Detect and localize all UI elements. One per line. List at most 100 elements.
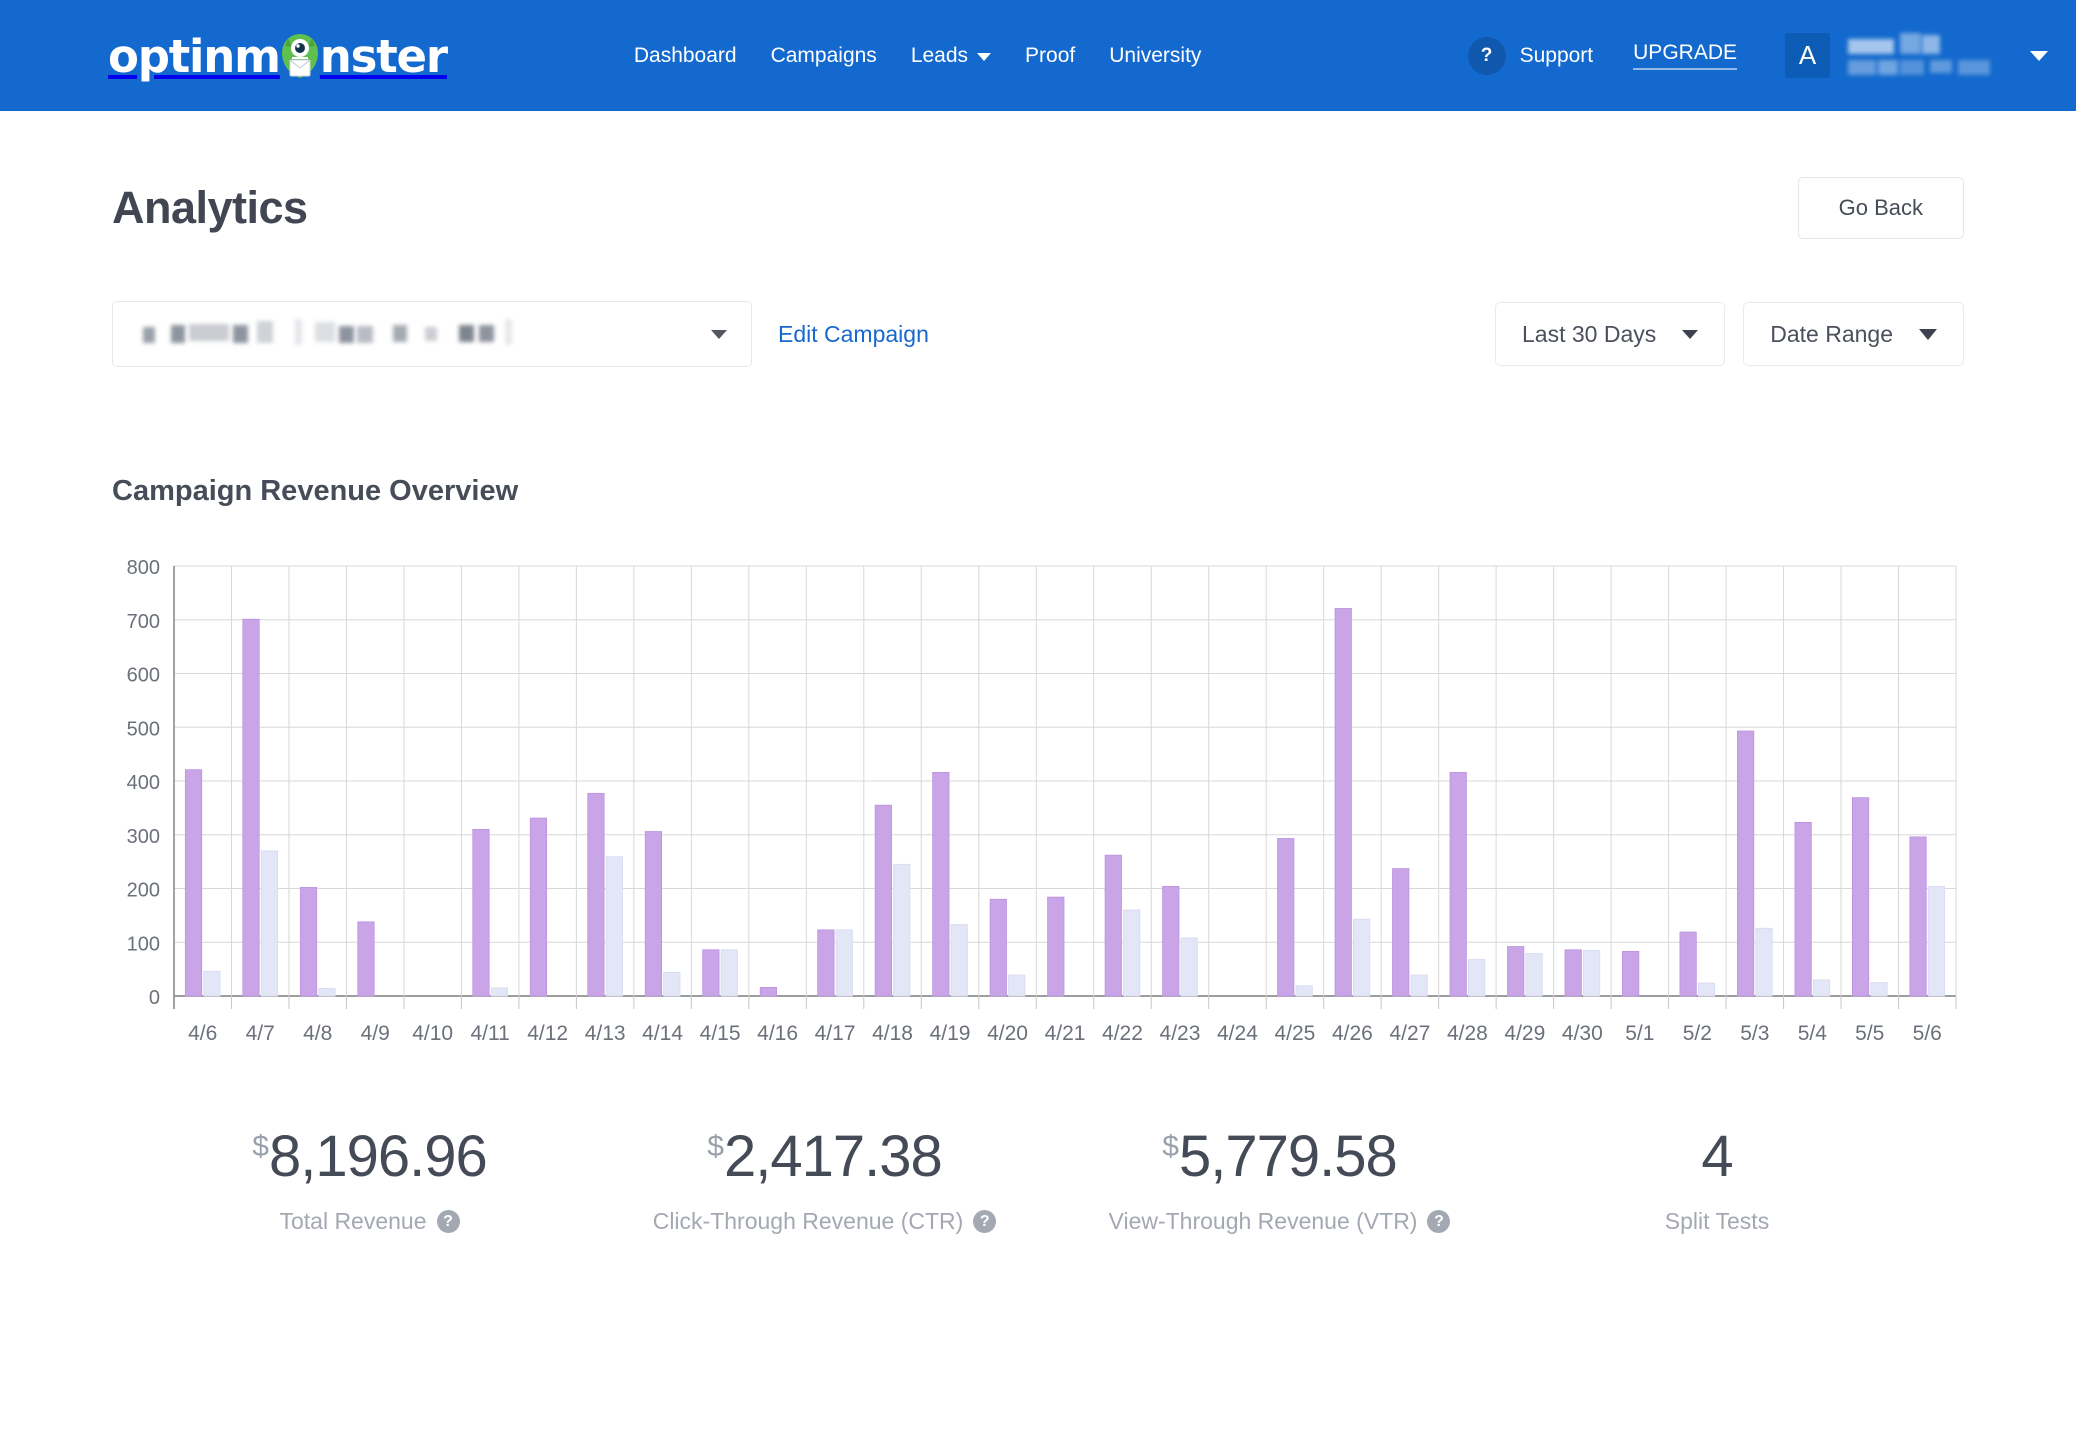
account-name-redacted bbox=[1848, 32, 2000, 79]
svg-text:5/4: 5/4 bbox=[1798, 1022, 1828, 1045]
controls-row: Edit Campaign Last 30 Days Date Range bbox=[112, 301, 1964, 367]
page-content: Analytics Go Back Edit Campaign Last 30 … bbox=[0, 111, 2076, 1235]
page-header-row: Analytics Go Back bbox=[112, 111, 1964, 239]
stat-label: View-Through Revenue (VTR)? bbox=[1052, 1208, 1507, 1235]
svg-text:0: 0 bbox=[149, 987, 160, 1009]
nav-label: Campaigns bbox=[770, 43, 877, 67]
date-preset-value: Last 30 Days bbox=[1522, 320, 1657, 347]
campaign-name-redacted bbox=[137, 319, 557, 349]
monster-mascot-icon bbox=[277, 32, 323, 80]
nav-label: Leads bbox=[910, 43, 969, 67]
svg-text:4/8: 4/8 bbox=[303, 1022, 332, 1045]
date-controls: Last 30 Days Date Range bbox=[1495, 302, 1964, 366]
stat-label-text: Click-Through Revenue (CTR) bbox=[652, 1208, 964, 1234]
stat-value: 4 bbox=[1507, 1128, 1927, 1186]
stat-value: $5,779.58 bbox=[1052, 1128, 1507, 1186]
date-range-label: Date Range bbox=[1770, 320, 1893, 347]
svg-text:4/22: 4/22 bbox=[1102, 1022, 1143, 1045]
svg-text:4/12: 4/12 bbox=[527, 1022, 568, 1045]
svg-text:5/2: 5/2 bbox=[1683, 1022, 1712, 1045]
svg-text:4/15: 4/15 bbox=[700, 1022, 741, 1045]
svg-text:5/5: 5/5 bbox=[1855, 1022, 1884, 1045]
go-back-button[interactable]: Go Back bbox=[1797, 177, 1964, 239]
svg-text:4/18: 4/18 bbox=[872, 1022, 913, 1045]
upgrade-link[interactable]: UPGRADE bbox=[1633, 41, 1737, 70]
nav-item-leads[interactable]: Leads bbox=[894, 44, 1008, 68]
svg-text:400: 400 bbox=[127, 772, 160, 794]
stat-label: Click-Through Revenue (CTR)? bbox=[597, 1208, 1052, 1235]
help-icon[interactable]: ? bbox=[436, 1210, 460, 1233]
stat-value: $8,196.96 bbox=[142, 1128, 597, 1186]
stat-label: Split Tests bbox=[1507, 1208, 1927, 1235]
campaign-select-chevron-icon bbox=[711, 329, 727, 339]
svg-text:4/23: 4/23 bbox=[1160, 1022, 1201, 1045]
svg-text:4/7: 4/7 bbox=[246, 1022, 275, 1045]
question-mark-icon[interactable]: ? bbox=[1467, 36, 1506, 75]
svg-text:4/27: 4/27 bbox=[1389, 1022, 1430, 1045]
svg-text:800: 800 bbox=[127, 557, 160, 579]
chevron-down-icon bbox=[977, 52, 992, 61]
support-label: Support bbox=[1519, 43, 1594, 67]
campaign-select[interactable] bbox=[112, 301, 752, 367]
stat-label: Total Revenue? bbox=[142, 1208, 597, 1235]
stat-value: $2,417.38 bbox=[597, 1128, 1052, 1186]
svg-text:4/9: 4/9 bbox=[361, 1022, 390, 1045]
edit-campaign-link[interactable]: Edit Campaign bbox=[778, 321, 929, 348]
nav-item-campaigns[interactable]: Campaigns bbox=[754, 44, 894, 68]
svg-text:5/1: 5/1 bbox=[1625, 1022, 1654, 1045]
account-menu-chevron-icon[interactable] bbox=[2030, 50, 2048, 61]
logo-wordmark: optinm nster bbox=[108, 29, 448, 83]
svg-text:300: 300 bbox=[127, 826, 160, 848]
date-preset-select[interactable]: Last 30 Days bbox=[1495, 302, 1726, 366]
nav-item-university[interactable]: University bbox=[1092, 44, 1218, 68]
support-link[interactable]: ? Support bbox=[1467, 36, 1594, 75]
chart-canvas: 0 100 200 300 400 500 600 700 800 4/6 4/7 4/8 4/9 4/1… bbox=[127, 557, 1957, 1045]
stat-total-revenue: $8,196.96 Total Revenue? bbox=[142, 1128, 597, 1235]
svg-text:5/6: 5/6 bbox=[1913, 1022, 1942, 1045]
svg-text:500: 500 bbox=[127, 718, 160, 740]
nav-label: University bbox=[1109, 43, 1202, 67]
currency-symbol: $ bbox=[252, 1130, 269, 1163]
stat-label-text: Split Tests bbox=[1664, 1208, 1770, 1234]
svg-text:4/26: 4/26 bbox=[1332, 1022, 1373, 1045]
stat-number: 4 bbox=[1701, 1124, 1733, 1189]
stats-row: $8,196.96 Total Revenue? $2,417.38 Click… bbox=[112, 1128, 1964, 1235]
currency-symbol: $ bbox=[1162, 1130, 1179, 1163]
top-navigation-bar: optinm nster Dashboard Campaigns Leads P… bbox=[0, 0, 2076, 111]
stat-number: 8,196.96 bbox=[268, 1124, 488, 1189]
campaign-revenue-chart[interactable]: 0 100 200 300 400 500 600 700 800 4/6 4/7 4/8 4/9 4/1… bbox=[112, 556, 1964, 1066]
svg-text:4/6: 4/6 bbox=[188, 1022, 217, 1045]
date-range-select[interactable]: Date Range bbox=[1743, 302, 1964, 366]
nav-label: Dashboard bbox=[633, 43, 737, 67]
chevron-down-icon bbox=[1682, 329, 1699, 339]
svg-text:4/25: 4/25 bbox=[1274, 1022, 1315, 1045]
svg-text:4/13: 4/13 bbox=[585, 1022, 626, 1045]
svg-text:4/17: 4/17 bbox=[815, 1022, 856, 1045]
stat-number: 5,779.58 bbox=[1178, 1124, 1398, 1189]
avatar[interactable]: A bbox=[1785, 33, 1830, 78]
svg-text:4/29: 4/29 bbox=[1504, 1022, 1545, 1045]
svg-text:600: 600 bbox=[127, 665, 160, 687]
svg-text:4/21: 4/21 bbox=[1045, 1022, 1086, 1045]
svg-text:5/3: 5/3 bbox=[1740, 1022, 1769, 1045]
nav-item-proof[interactable]: Proof bbox=[1008, 44, 1092, 68]
svg-text:4/10: 4/10 bbox=[412, 1022, 453, 1045]
chevron-down-icon bbox=[1919, 328, 1937, 340]
svg-text:200: 200 bbox=[127, 880, 160, 902]
optinmonster-logo[interactable]: optinm nster bbox=[108, 0, 448, 111]
stat-click-through-revenue: $2,417.38 Click-Through Revenue (CTR)? bbox=[597, 1128, 1052, 1235]
svg-text:4/19: 4/19 bbox=[930, 1022, 971, 1045]
nav-item-dashboard[interactable]: Dashboard bbox=[617, 44, 754, 68]
stat-view-through-revenue: $5,779.58 View-Through Revenue (VTR)? bbox=[1052, 1128, 1507, 1235]
help-icon[interactable]: ? bbox=[973, 1210, 997, 1233]
stat-split-tests: 4 Split Tests bbox=[1507, 1128, 1927, 1235]
nav-label: Proof bbox=[1025, 43, 1076, 67]
svg-text:4/20: 4/20 bbox=[987, 1022, 1028, 1045]
svg-text:4/24: 4/24 bbox=[1217, 1022, 1258, 1045]
page-title: Analytics bbox=[112, 182, 308, 233]
svg-text:100: 100 bbox=[127, 933, 160, 955]
chart-title: Campaign Revenue Overview bbox=[112, 475, 519, 507]
stat-label-text: View-Through Revenue (VTR) bbox=[1108, 1208, 1418, 1234]
help-icon[interactable]: ? bbox=[1427, 1210, 1451, 1233]
svg-text:4/30: 4/30 bbox=[1562, 1022, 1603, 1045]
